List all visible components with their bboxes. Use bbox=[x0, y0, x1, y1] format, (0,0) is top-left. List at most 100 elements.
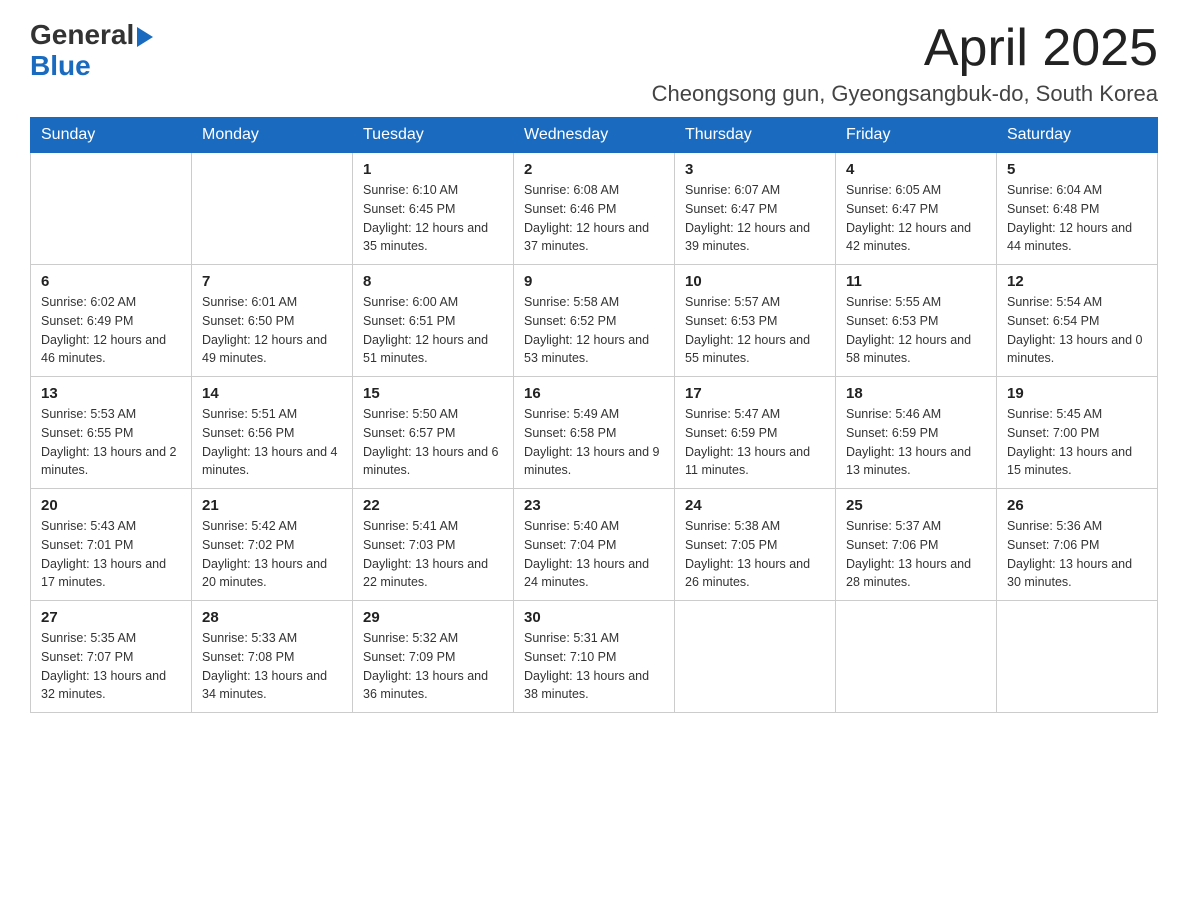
day-number: 17 bbox=[685, 385, 825, 402]
calendar-cell: 28 Sunrise: 5:33 AMSunset: 7:08 PMDaylig… bbox=[192, 601, 353, 713]
cell-sunrise: Sunrise: 6:02 AMSunset: 6:49 PMDaylight:… bbox=[41, 295, 166, 365]
calendar-cell: 30 Sunrise: 5:31 AMSunset: 7:10 PMDaylig… bbox=[514, 601, 675, 713]
logo-blue: Blue bbox=[30, 51, 153, 82]
logo: General Blue bbox=[30, 20, 153, 82]
calendar-cell: 12 Sunrise: 5:54 AMSunset: 6:54 PMDaylig… bbox=[997, 265, 1158, 377]
day-number: 9 bbox=[524, 273, 664, 290]
day-number: 10 bbox=[685, 273, 825, 290]
day-number: 14 bbox=[202, 385, 342, 402]
cell-sunrise: Sunrise: 6:00 AMSunset: 6:51 PMDaylight:… bbox=[363, 295, 488, 365]
day-number: 22 bbox=[363, 497, 503, 514]
calendar-week-row: 6 Sunrise: 6:02 AMSunset: 6:49 PMDayligh… bbox=[31, 265, 1158, 377]
cell-sunrise: Sunrise: 5:43 AMSunset: 7:01 PMDaylight:… bbox=[41, 519, 166, 589]
cell-sunrise: Sunrise: 5:40 AMSunset: 7:04 PMDaylight:… bbox=[524, 519, 649, 589]
calendar-cell: 19 Sunrise: 5:45 AMSunset: 7:00 PMDaylig… bbox=[997, 377, 1158, 489]
calendar-cell: 27 Sunrise: 5:35 AMSunset: 7:07 PMDaylig… bbox=[31, 601, 192, 713]
cell-sunrise: Sunrise: 5:50 AMSunset: 6:57 PMDaylight:… bbox=[363, 407, 499, 477]
calendar-cell: 16 Sunrise: 5:49 AMSunset: 6:58 PMDaylig… bbox=[514, 377, 675, 489]
cell-sunrise: Sunrise: 5:35 AMSunset: 7:07 PMDaylight:… bbox=[41, 631, 166, 701]
day-number: 3 bbox=[685, 161, 825, 178]
calendar-cell: 8 Sunrise: 6:00 AMSunset: 6:51 PMDayligh… bbox=[353, 265, 514, 377]
day-number: 7 bbox=[202, 273, 342, 290]
day-number: 25 bbox=[846, 497, 986, 514]
day-number: 13 bbox=[41, 385, 181, 402]
cell-sunrise: Sunrise: 6:08 AMSunset: 6:46 PMDaylight:… bbox=[524, 183, 649, 253]
day-number: 16 bbox=[524, 385, 664, 402]
cell-sunrise: Sunrise: 5:38 AMSunset: 7:05 PMDaylight:… bbox=[685, 519, 810, 589]
calendar-cell: 6 Sunrise: 6:02 AMSunset: 6:49 PMDayligh… bbox=[31, 265, 192, 377]
cell-sunrise: Sunrise: 5:49 AMSunset: 6:58 PMDaylight:… bbox=[524, 407, 660, 477]
day-number: 27 bbox=[41, 609, 181, 626]
calendar-cell: 15 Sunrise: 5:50 AMSunset: 6:57 PMDaylig… bbox=[353, 377, 514, 489]
calendar-cell: 24 Sunrise: 5:38 AMSunset: 7:05 PMDaylig… bbox=[675, 489, 836, 601]
calendar-cell: 3 Sunrise: 6:07 AMSunset: 6:47 PMDayligh… bbox=[675, 153, 836, 265]
calendar-cell: 21 Sunrise: 5:42 AMSunset: 7:02 PMDaylig… bbox=[192, 489, 353, 601]
calendar-cell: 29 Sunrise: 5:32 AMSunset: 7:09 PMDaylig… bbox=[353, 601, 514, 713]
day-number: 4 bbox=[846, 161, 986, 178]
day-header-tuesday: Tuesday bbox=[353, 118, 514, 153]
calendar-cell: 17 Sunrise: 5:47 AMSunset: 6:59 PMDaylig… bbox=[675, 377, 836, 489]
day-number: 28 bbox=[202, 609, 342, 626]
calendar-cell bbox=[192, 153, 353, 265]
day-number: 21 bbox=[202, 497, 342, 514]
calendar-cell bbox=[31, 153, 192, 265]
day-header-sunday: Sunday bbox=[31, 118, 192, 153]
calendar-cell bbox=[836, 601, 997, 713]
calendar-table: SundayMondayTuesdayWednesdayThursdayFrid… bbox=[30, 117, 1158, 713]
calendar-cell: 23 Sunrise: 5:40 AMSunset: 7:04 PMDaylig… bbox=[514, 489, 675, 601]
day-number: 30 bbox=[524, 609, 664, 626]
cell-sunrise: Sunrise: 5:54 AMSunset: 6:54 PMDaylight:… bbox=[1007, 295, 1143, 365]
calendar-cell: 13 Sunrise: 5:53 AMSunset: 6:55 PMDaylig… bbox=[31, 377, 192, 489]
day-number: 12 bbox=[1007, 273, 1147, 290]
day-header-monday: Monday bbox=[192, 118, 353, 153]
location-subtitle: Cheongsong gun, Gyeongsangbuk-do, South … bbox=[652, 81, 1158, 107]
day-number: 20 bbox=[41, 497, 181, 514]
day-number: 2 bbox=[524, 161, 664, 178]
day-number: 5 bbox=[1007, 161, 1147, 178]
day-number: 19 bbox=[1007, 385, 1147, 402]
calendar-cell: 9 Sunrise: 5:58 AMSunset: 6:52 PMDayligh… bbox=[514, 265, 675, 377]
page-header: General Blue April 2025 Cheongsong gun, … bbox=[30, 20, 1158, 107]
calendar-cell: 20 Sunrise: 5:43 AMSunset: 7:01 PMDaylig… bbox=[31, 489, 192, 601]
day-number: 18 bbox=[846, 385, 986, 402]
calendar-cell bbox=[675, 601, 836, 713]
calendar-cell: 2 Sunrise: 6:08 AMSunset: 6:46 PMDayligh… bbox=[514, 153, 675, 265]
day-number: 11 bbox=[846, 273, 986, 290]
day-number: 1 bbox=[363, 161, 503, 178]
calendar-cell: 25 Sunrise: 5:37 AMSunset: 7:06 PMDaylig… bbox=[836, 489, 997, 601]
cell-sunrise: Sunrise: 5:45 AMSunset: 7:00 PMDaylight:… bbox=[1007, 407, 1132, 477]
day-number: 6 bbox=[41, 273, 181, 290]
day-number: 8 bbox=[363, 273, 503, 290]
logo-general: General bbox=[30, 20, 153, 51]
day-header-thursday: Thursday bbox=[675, 118, 836, 153]
cell-sunrise: Sunrise: 5:47 AMSunset: 6:59 PMDaylight:… bbox=[685, 407, 810, 477]
calendar-cell: 5 Sunrise: 6:04 AMSunset: 6:48 PMDayligh… bbox=[997, 153, 1158, 265]
day-header-saturday: Saturday bbox=[997, 118, 1158, 153]
calendar-header-row: SundayMondayTuesdayWednesdayThursdayFrid… bbox=[31, 118, 1158, 153]
cell-sunrise: Sunrise: 5:32 AMSunset: 7:09 PMDaylight:… bbox=[363, 631, 488, 701]
calendar-cell: 7 Sunrise: 6:01 AMSunset: 6:50 PMDayligh… bbox=[192, 265, 353, 377]
day-number: 29 bbox=[363, 609, 503, 626]
cell-sunrise: Sunrise: 5:53 AMSunset: 6:55 PMDaylight:… bbox=[41, 407, 177, 477]
day-number: 23 bbox=[524, 497, 664, 514]
cell-sunrise: Sunrise: 5:41 AMSunset: 7:03 PMDaylight:… bbox=[363, 519, 488, 589]
calendar-cell: 14 Sunrise: 5:51 AMSunset: 6:56 PMDaylig… bbox=[192, 377, 353, 489]
calendar-cell: 22 Sunrise: 5:41 AMSunset: 7:03 PMDaylig… bbox=[353, 489, 514, 601]
day-number: 15 bbox=[363, 385, 503, 402]
cell-sunrise: Sunrise: 5:58 AMSunset: 6:52 PMDaylight:… bbox=[524, 295, 649, 365]
cell-sunrise: Sunrise: 5:42 AMSunset: 7:02 PMDaylight:… bbox=[202, 519, 327, 589]
day-header-wednesday: Wednesday bbox=[514, 118, 675, 153]
cell-sunrise: Sunrise: 5:57 AMSunset: 6:53 PMDaylight:… bbox=[685, 295, 810, 365]
cell-sunrise: Sunrise: 6:01 AMSunset: 6:50 PMDaylight:… bbox=[202, 295, 327, 365]
calendar-cell: 26 Sunrise: 5:36 AMSunset: 7:06 PMDaylig… bbox=[997, 489, 1158, 601]
cell-sunrise: Sunrise: 6:10 AMSunset: 6:45 PMDaylight:… bbox=[363, 183, 488, 253]
calendar-week-row: 1 Sunrise: 6:10 AMSunset: 6:45 PMDayligh… bbox=[31, 153, 1158, 265]
calendar-week-row: 13 Sunrise: 5:53 AMSunset: 6:55 PMDaylig… bbox=[31, 377, 1158, 489]
day-number: 26 bbox=[1007, 497, 1147, 514]
day-header-friday: Friday bbox=[836, 118, 997, 153]
cell-sunrise: Sunrise: 5:46 AMSunset: 6:59 PMDaylight:… bbox=[846, 407, 971, 477]
calendar-week-row: 20 Sunrise: 5:43 AMSunset: 7:01 PMDaylig… bbox=[31, 489, 1158, 601]
calendar-cell: 11 Sunrise: 5:55 AMSunset: 6:53 PMDaylig… bbox=[836, 265, 997, 377]
calendar-week-row: 27 Sunrise: 5:35 AMSunset: 7:07 PMDaylig… bbox=[31, 601, 1158, 713]
logo-arrow-icon bbox=[137, 20, 153, 51]
